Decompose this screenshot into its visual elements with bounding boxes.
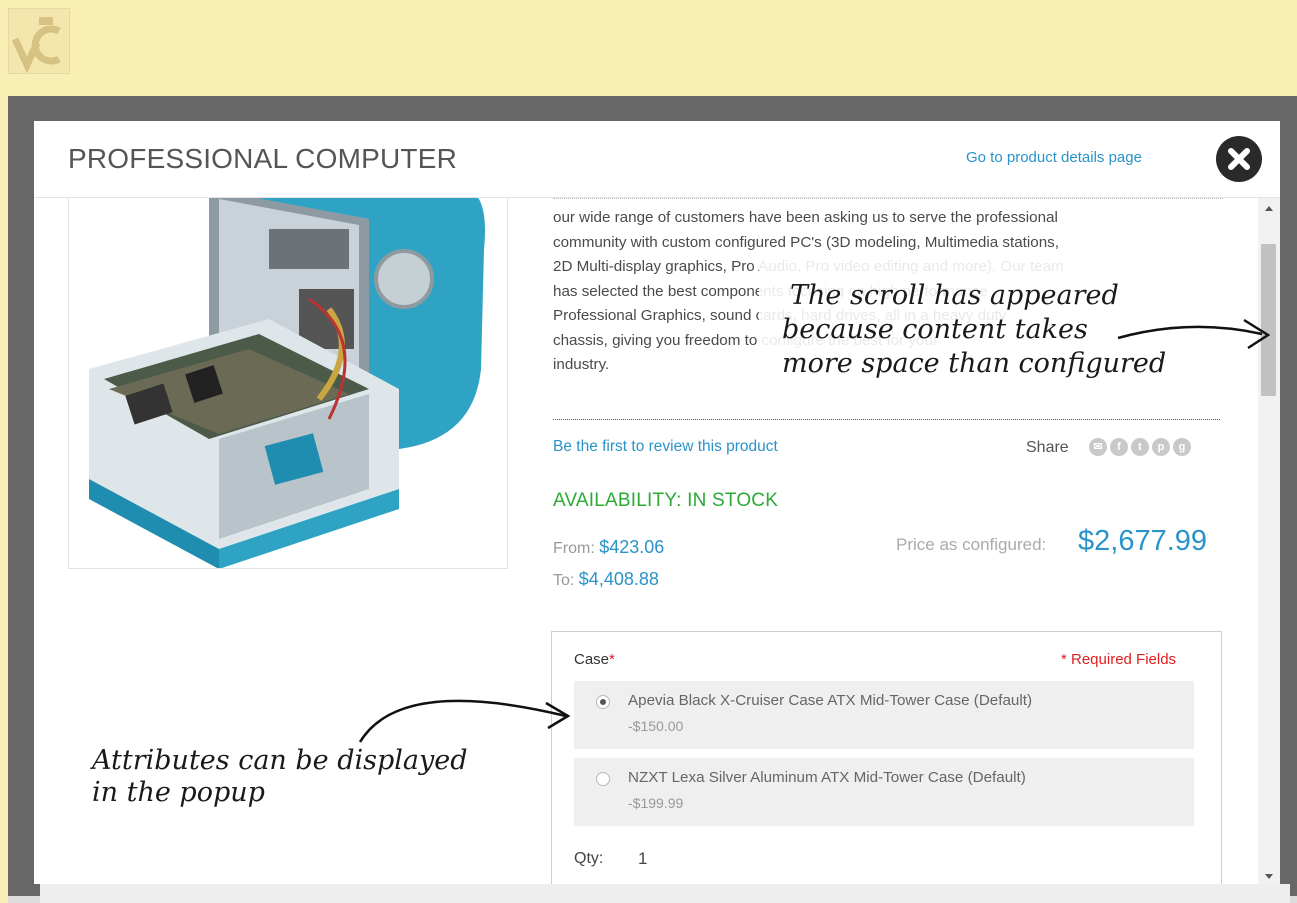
facebook-icon[interactable]: f — [1110, 438, 1128, 456]
popup-scrollbar[interactable] — [1258, 198, 1280, 884]
share-icons: ✉ f t p g — [1089, 438, 1194, 456]
case-option[interactable]: NZXT Lexa Silver Aluminum ATX Mid-Tower … — [574, 758, 1194, 826]
price-from: From: $423.06 — [553, 537, 664, 558]
description-line: community with custom configured PC's (3… — [553, 233, 1059, 251]
description-cut-line — [553, 198, 1223, 199]
share-label: Share — [1026, 439, 1069, 456]
close-icon — [1228, 148, 1250, 170]
configured-price-label: Price as configured: — [896, 535, 1047, 554]
google-plus-icon[interactable]: g — [1173, 438, 1191, 456]
background-page-footer — [40, 884, 1290, 903]
case-option-name: NZXT Lexa Silver Aluminum ATX Mid-Tower … — [628, 769, 1026, 786]
scroll-annotation-line: The scroll has appeared — [790, 280, 1119, 311]
scrollbar-thumb[interactable] — [1261, 244, 1276, 396]
case-radio-selected[interactable] — [596, 695, 610, 709]
qty-label: Qty: — [574, 850, 604, 867]
qty-input[interactable]: 1 — [638, 849, 647, 869]
attributes-annotation-line: Attributes can be displayed — [92, 745, 468, 776]
availability-status: AVAILABILITY: IN STOCK — [553, 490, 779, 511]
product-options: Case* * Required Fields Apevia Black X-C… — [551, 631, 1222, 884]
product-image — [68, 198, 508, 569]
popup-header: PROFESSIONAL COMPUTER Go to product deta… — [34, 121, 1280, 198]
case-label-text: Case — [574, 651, 610, 668]
section-divider — [553, 419, 1220, 420]
case-option[interactable]: Apevia Black X-Cruiser Case ATX Mid-Towe… — [574, 681, 1194, 749]
twitter-icon[interactable]: t — [1131, 438, 1149, 456]
case-radio[interactable] — [596, 772, 610, 786]
case-option-name: Apevia Black X-Cruiser Case ATX Mid-Towe… — [628, 692, 1033, 709]
pinterest-icon[interactable]: p — [1152, 438, 1170, 456]
product-details-link[interactable]: Go to product details page — [966, 149, 1142, 166]
description-line: our wide range of customers have been as… — [553, 209, 1058, 226]
email-icon[interactable]: ✉ — [1089, 438, 1107, 456]
configured-price-value: $2,677.99 — [1078, 525, 1208, 557]
price-to-label: To: — [553, 572, 575, 589]
price-to: To: $4,408.88 — [553, 569, 659, 590]
case-option-price: -$199.99 — [628, 795, 684, 811]
price-from-label: From: — [553, 540, 595, 557]
scroll-down-arrow-icon[interactable] — [1265, 874, 1273, 879]
case-option-price: -$150.00 — [628, 718, 684, 734]
price-from-value: $423.06 — [599, 537, 665, 557]
case-option-label: Case* — [574, 651, 615, 668]
price-to-value: $4,408.88 — [578, 569, 659, 589]
required-star: * — [609, 651, 615, 668]
close-button[interactable] — [1216, 136, 1262, 182]
required-fields-note: * Required Fields — [1061, 651, 1177, 668]
attributes-annotation-line: in the popup — [92, 777, 265, 808]
brand-logo — [8, 8, 70, 74]
review-link[interactable]: Be the first to review this product — [553, 438, 778, 456]
scroll-annotation-line: because content takes — [782, 314, 1088, 345]
scroll-annotation-line: more space than configured — [782, 348, 1167, 379]
scroll-up-arrow-icon[interactable] — [1265, 206, 1273, 211]
popup-title: PROFESSIONAL COMPUTER — [68, 143, 457, 174]
